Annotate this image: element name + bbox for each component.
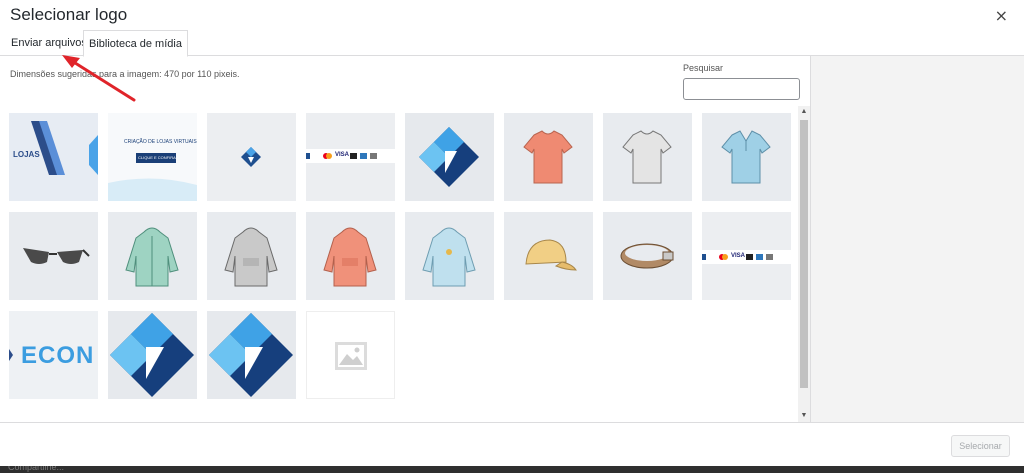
media-item[interactable]: VISA xyxy=(306,113,395,201)
scroll-up-icon[interactable]: ▲ xyxy=(798,106,810,118)
grid-scrollbar[interactable]: ▲ ▼ xyxy=(798,106,810,422)
scroll-thumb[interactable] xyxy=(800,120,808,388)
light-blue-hoodie-icon xyxy=(405,212,494,300)
media-item[interactable] xyxy=(306,311,395,399)
media-item[interactable] xyxy=(207,113,296,201)
payment-cards-strip-icon xyxy=(702,212,791,300)
suggested-dimensions-text: Dimensões sugeridas para a imagem: 470 p… xyxy=(10,69,240,79)
media-item[interactable]: CRIAÇÃO DE LOJAS VIRTUAIS CLIQUE E CONFI… xyxy=(108,113,197,201)
payment-cards-strip-icon xyxy=(306,113,395,201)
blue-diamond-logo-icon xyxy=(405,113,494,201)
media-item[interactable] xyxy=(9,212,98,300)
media-item[interactable]: VISA xyxy=(702,212,791,300)
media-item[interactable] xyxy=(306,212,395,300)
media-item[interactable] xyxy=(702,113,791,201)
media-item[interactable] xyxy=(207,212,296,300)
gray-hoodie-icon xyxy=(207,212,296,300)
tab-media-library[interactable]: Biblioteca de mídia xyxy=(83,30,188,57)
media-grid: LOJAS CRIAÇÃO DE LOJAS VIRTUAIS CLIQUE E… xyxy=(9,113,793,422)
yellow-cap-icon xyxy=(504,212,593,300)
salmon-tshirt-icon xyxy=(504,113,593,201)
media-item[interactable] xyxy=(504,113,593,201)
green-hoodie-icon xyxy=(108,212,197,300)
small-blue-diamond-logo-icon xyxy=(207,113,296,201)
brown-belt-icon xyxy=(603,212,692,300)
card-brand-text: VISA xyxy=(335,152,350,158)
media-item[interactable] xyxy=(405,113,494,201)
image-placeholder-icon xyxy=(307,312,394,398)
media-item[interactable]: LOJAS xyxy=(9,113,98,201)
media-item[interactable] xyxy=(108,212,197,300)
salmon-hoodie-icon xyxy=(306,212,395,300)
banner-heading: CRIAÇÃO DE LOJAS VIRTUAIS xyxy=(124,139,197,145)
media-item[interactable] xyxy=(603,113,692,201)
select-button[interactable]: Selecionar xyxy=(951,435,1010,457)
attachment-details-sidebar xyxy=(810,56,1024,422)
blue-polo-shirt-icon xyxy=(702,113,791,201)
gray-tshirt-icon xyxy=(603,113,692,201)
econ-logo-text: ECON xyxy=(21,342,95,369)
modal-title: Selecionar logo xyxy=(10,5,128,24)
banner-button-text: CLIQUE E CONFIRA xyxy=(138,155,176,160)
modal-tabs: Enviar arquivos Biblioteca de mídia xyxy=(0,30,1024,57)
svg-text:LOJAS: LOJAS xyxy=(13,150,40,159)
media-item[interactable] xyxy=(603,212,692,300)
media-item[interactable] xyxy=(108,311,197,399)
large-blue-diamond-logo-icon xyxy=(108,311,197,399)
close-icon[interactable]: × xyxy=(995,6,1008,25)
modal-footer: Selecionar xyxy=(0,422,1024,466)
sunglasses-icon xyxy=(9,212,98,300)
search-input[interactable] xyxy=(683,78,800,100)
search-label: Pesquisar xyxy=(683,63,724,73)
scroll-down-icon[interactable]: ▼ xyxy=(798,410,810,422)
media-item[interactable] xyxy=(504,212,593,300)
tab-upload-files[interactable]: Enviar arquivos xyxy=(6,30,92,56)
card-brand-text: VISA xyxy=(731,253,746,259)
media-item[interactable] xyxy=(207,311,296,399)
media-item[interactable]: ECON xyxy=(9,311,98,399)
media-modal: Selecionar logo × Enviar arquivos Biblio… xyxy=(0,0,1024,466)
logo-lojas-partial-icon: LOJAS xyxy=(9,113,98,201)
large-blue-diamond-logo-icon xyxy=(207,311,296,399)
media-item[interactable] xyxy=(405,212,494,300)
